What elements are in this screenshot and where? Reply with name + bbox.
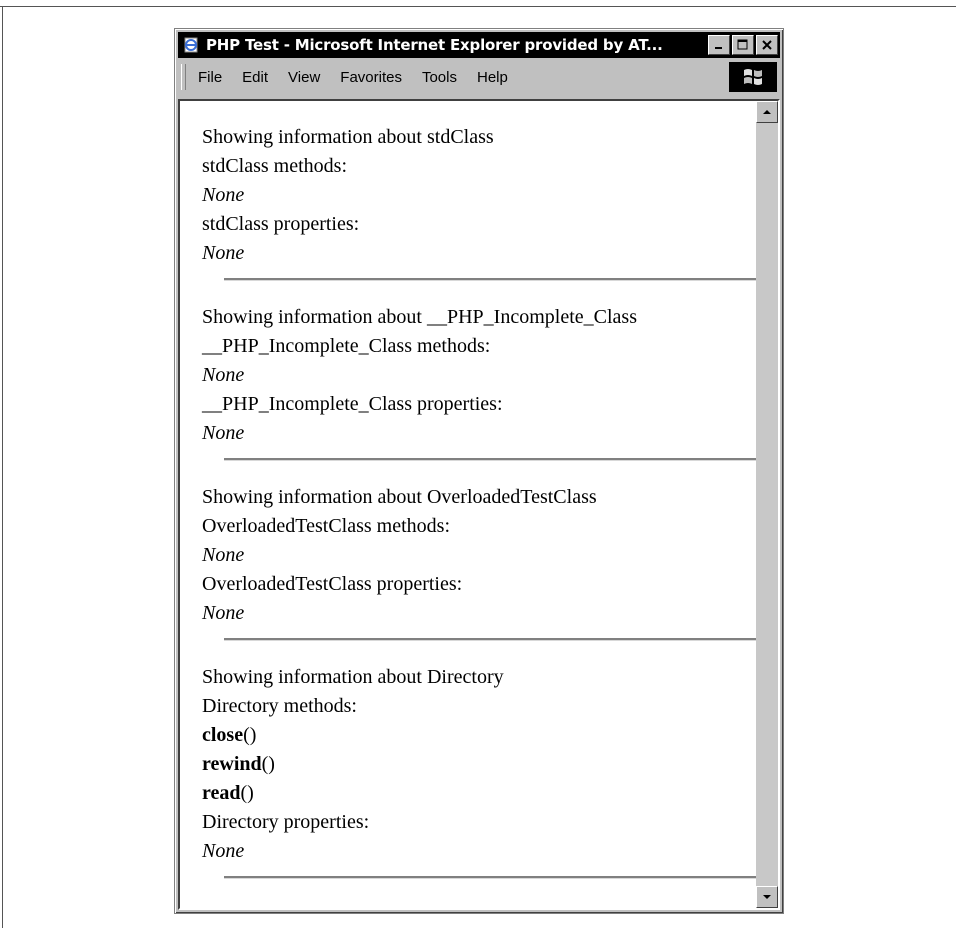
- menu-bar: File Edit View Favorites Tools Help: [178, 60, 780, 94]
- method-name: close: [202, 724, 244, 746]
- class-info-section: Showing information about __PHP_Incomple…: [180, 281, 756, 461]
- method-name: read: [202, 782, 241, 804]
- menu-tools[interactable]: Tools: [422, 69, 457, 86]
- properties-label: OverloadedTestClass properties:: [202, 573, 463, 595]
- page-content: Showing information about stdClass stdCla…: [180, 101, 756, 908]
- menu-view[interactable]: View: [288, 69, 320, 86]
- ie-page-icon: [181, 35, 201, 55]
- menu-favorites[interactable]: Favorites: [340, 69, 402, 86]
- horizontal-rule: [224, 876, 756, 879]
- scroll-down-arrow-icon[interactable]: [756, 886, 778, 908]
- minimize-button[interactable]: [708, 35, 730, 55]
- properties-label: Directory properties:: [202, 811, 370, 833]
- menu-help[interactable]: Help: [477, 69, 508, 86]
- properties-none: None: [202, 840, 245, 862]
- close-button[interactable]: [756, 35, 778, 55]
- methods-label: stdClass methods:: [202, 155, 348, 177]
- methods-none: None: [202, 544, 245, 566]
- menu-file[interactable]: File: [198, 69, 222, 86]
- window-title: PHP Test - Microsoft Internet Explorer p…: [206, 36, 663, 54]
- browser-window: PHP Test - Microsoft Internet Explorer p…: [174, 28, 784, 914]
- methods-label: Directory methods:: [202, 695, 357, 717]
- methods-none: None: [202, 184, 245, 206]
- class-info-section: Showing information about Directory Direc…: [180, 641, 756, 879]
- title-bar[interactable]: PHP Test - Microsoft Internet Explorer p…: [178, 32, 780, 58]
- method-item: close(): [202, 721, 756, 750]
- method-parens: (): [243, 724, 257, 746]
- page-viewport: Showing information about stdClass stdCla…: [178, 99, 780, 910]
- properties-none: None: [202, 242, 245, 264]
- class-info-section: Showing information about stdClass stdCla…: [180, 101, 756, 281]
- maximize-button[interactable]: [732, 35, 754, 55]
- properties-none: None: [202, 602, 245, 624]
- page-frame-left: [2, 6, 3, 928]
- method-item: rewind(): [202, 750, 756, 779]
- vertical-scrollbar[interactable]: [756, 101, 778, 908]
- properties-label: __PHP_Incomplete_Class properties:: [202, 393, 503, 415]
- section-heading: Showing information about __PHP_Incomple…: [202, 306, 637, 328]
- methods-none: None: [202, 364, 245, 386]
- page-frame-top: [0, 6, 956, 7]
- method-item: read(): [202, 779, 756, 808]
- class-info-section: Showing information about OverloadedTest…: [180, 461, 756, 641]
- method-name: rewind: [202, 753, 262, 775]
- method-parens: (): [261, 753, 275, 775]
- section-heading: Showing information about OverloadedTest…: [202, 486, 597, 508]
- properties-label: stdClass properties:: [202, 213, 360, 235]
- scroll-up-arrow-icon[interactable]: [756, 101, 778, 123]
- toolbar-grip[interactable]: [181, 64, 186, 90]
- method-parens: (): [240, 782, 254, 804]
- methods-label: OverloadedTestClass methods:: [202, 515, 450, 537]
- section-heading: Showing information about stdClass: [202, 126, 494, 148]
- section-heading: Showing information about Directory: [202, 666, 504, 688]
- windows-logo-icon: [729, 62, 777, 92]
- methods-label: __PHP_Incomplete_Class methods:: [202, 335, 491, 357]
- menu-edit[interactable]: Edit: [242, 69, 268, 86]
- properties-none: None: [202, 422, 245, 444]
